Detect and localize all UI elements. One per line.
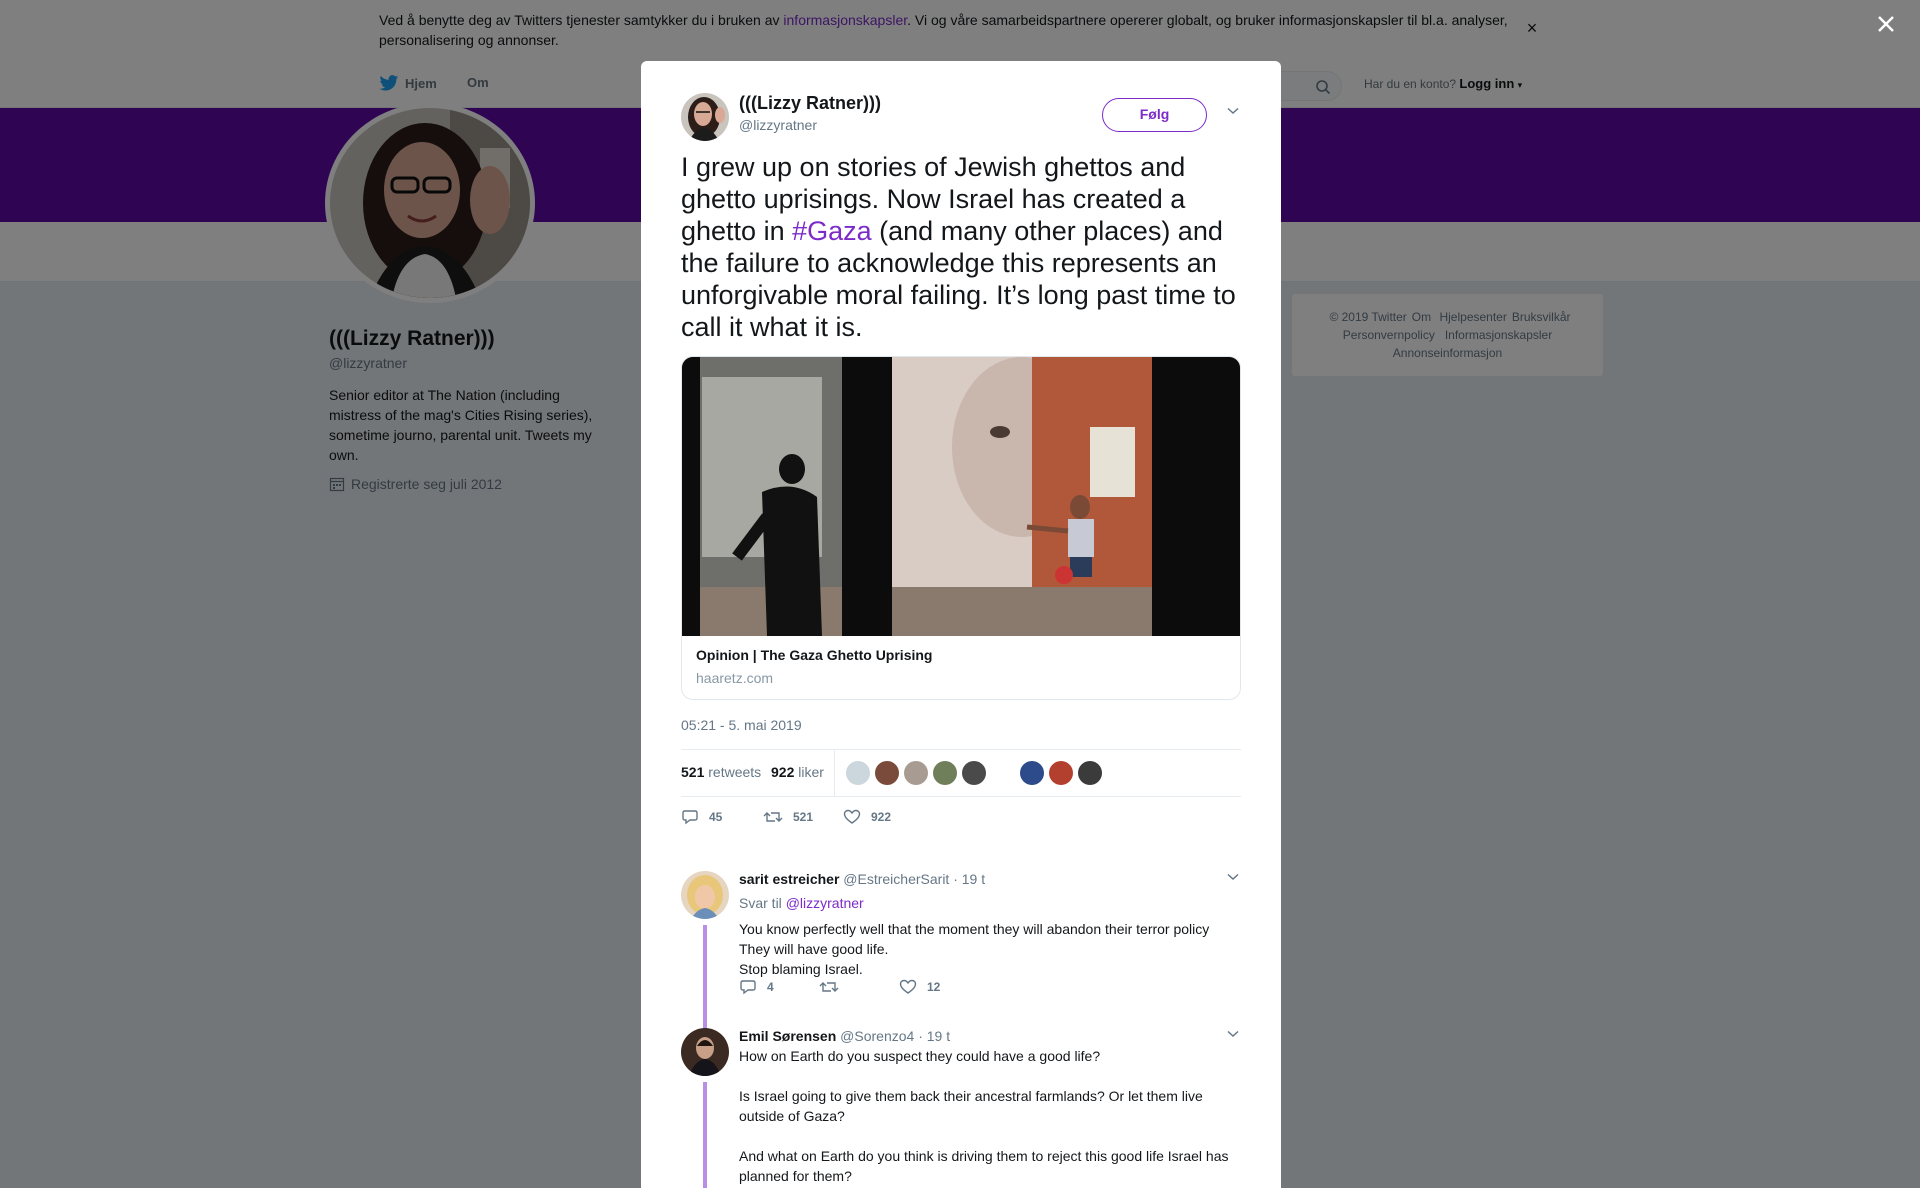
liker-avatar[interactable]: [904, 761, 928, 785]
liker-avatar[interactable]: [1049, 761, 1073, 785]
link-preview-card[interactable]: Opinion | The Gaza Ghetto Uprising haare…: [681, 356, 1241, 700]
follow-button[interactable]: Følg: [1102, 98, 1207, 132]
card-domain: haaretz.com: [696, 670, 774, 686]
reply-button[interactable]: 45: [681, 809, 722, 825]
chevron-down-icon[interactable]: [1227, 873, 1239, 881]
hashtag-link[interactable]: #Gaza: [792, 216, 872, 246]
reply-avatar[interactable]: [681, 871, 729, 919]
like-button[interactable]: 12: [899, 979, 940, 995]
reply-author-name[interactable]: Emil Sørensen: [739, 1028, 836, 1044]
close-icon[interactable]: [1874, 12, 1898, 36]
retweet-button[interactable]: [819, 979, 849, 995]
reply-header: sarit estreicher @EstreicherSarit · 19 t: [739, 871, 985, 887]
heart-icon: [843, 809, 861, 824]
tweet-author-handle[interactable]: @lizzyratner: [739, 117, 817, 133]
tweet-actions: 45 521 922: [681, 809, 1241, 833]
author-photo: [681, 93, 729, 141]
tweet-text: I grew up on stories of Jewish ghettos a…: [681, 151, 1246, 343]
like-button[interactable]: 922: [843, 809, 891, 825]
like-action-count: 922: [871, 810, 892, 824]
reply-actions: 4 12: [739, 979, 1139, 999]
reply-author-name[interactable]: sarit estreicher: [739, 871, 839, 887]
reply-reply-count: 4: [767, 980, 774, 994]
chevron-down-icon[interactable]: [1227, 107, 1239, 115]
card-image: [682, 357, 1240, 636]
retweet-count: 521: [681, 764, 705, 780]
reply-avatar[interactable]: [681, 1028, 729, 1076]
thread-line: [703, 925, 707, 1035]
stats-divider: [834, 750, 835, 796]
reply-time[interactable]: · 19 t: [953, 871, 985, 887]
tweet-author-avatar[interactable]: [681, 93, 729, 141]
tweet-stats: 521 retweets 922 liker: [681, 749, 1241, 797]
reply-to-label: Svar til: [739, 895, 782, 911]
liker-avatar[interactable]: [1020, 761, 1044, 785]
reply-icon: [682, 810, 698, 825]
heart-icon: [899, 979, 917, 994]
like-count: 922: [771, 764, 795, 780]
liker-avatar[interactable]: [933, 761, 957, 785]
retweet-stat-label: retweets: [708, 764, 762, 780]
reply-text: How on Earth do you suspect they could h…: [739, 1048, 1229, 1184]
reply-tweet[interactable]: Emil Sørensen @Sorenzo4 · 19 t How on Ea…: [681, 1028, 1241, 1188]
tweet-timestamp[interactable]: 05:21 - 5. mai 2019: [681, 717, 802, 733]
retweet-icon: [819, 982, 839, 992]
reply-author-photo: [681, 1028, 729, 1076]
reply-time[interactable]: · 19 t: [918, 1028, 950, 1044]
reply-count: 45: [709, 810, 723, 824]
reply-author-photo: [681, 871, 729, 919]
retweet-button[interactable]: 521: [763, 809, 813, 825]
reply-to-link[interactable]: @lizzyratner: [786, 895, 864, 911]
retweet-icon: [763, 812, 783, 822]
liker-avatar[interactable]: [875, 761, 899, 785]
retweet-stat[interactable]: 521 retweets: [681, 764, 761, 780]
reply-tweet[interactable]: sarit estreicher @EstreicherSarit · 19 t…: [681, 871, 1241, 1035]
reply-author-handle[interactable]: @EstreicherSarit: [843, 871, 949, 887]
liker-avatar[interactable]: [1078, 761, 1102, 785]
reply-to: Svar til @lizzyratner: [739, 895, 864, 911]
reply-author-handle[interactable]: @Sorenzo4: [840, 1028, 914, 1044]
reply-button[interactable]: 4: [739, 979, 774, 995]
liker-avatar[interactable]: [962, 761, 986, 785]
liker-avatar[interactable]: [846, 761, 870, 785]
chevron-down-icon[interactable]: [1227, 1030, 1239, 1038]
reply-text: You know perfectly well that the moment …: [739, 921, 1210, 977]
like-stat-label: liker: [798, 764, 824, 780]
retweet-action-count: 521: [793, 810, 814, 824]
tweet-modal: (((Lizzy Ratner))) @lizzyratner Følg I g…: [641, 61, 1281, 1188]
reply-icon: [740, 980, 756, 995]
reply-like-count: 12: [927, 980, 941, 994]
card-title: Opinion | The Gaza Ghetto Uprising: [696, 647, 933, 663]
reply-header: Emil Sørensen @Sorenzo4 · 19 t: [739, 1028, 950, 1044]
thread-line: [703, 1082, 707, 1188]
like-stat[interactable]: 922 liker: [771, 764, 824, 780]
tweet-author-name[interactable]: (((Lizzy Ratner))): [739, 93, 881, 114]
